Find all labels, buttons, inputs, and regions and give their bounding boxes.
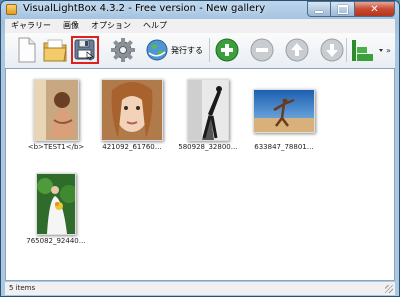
plus-circle-icon <box>215 38 239 62</box>
menu-bar: ギャラリー 画像 オプション ヘルプ <box>5 19 395 34</box>
thumbnail-label: 765082_92440… <box>26 237 86 245</box>
new-gallery-button[interactable] <box>12 36 40 64</box>
gear-icon <box>111 38 135 62</box>
toolbar-separator <box>209 38 210 62</box>
minimize-icon <box>315 11 323 13</box>
menu-gallery[interactable]: ギャラリー <box>5 19 57 33</box>
thumbnail-image <box>36 173 76 235</box>
caption-buttons: ✕ <box>307 1 395 17</box>
status-bar: 5 items <box>5 282 395 295</box>
layout-dropdown-button[interactable]: » <box>349 36 393 64</box>
remove-image-button[interactable] <box>248 36 276 64</box>
globe-icon <box>146 39 168 61</box>
arrow-down-icon <box>320 38 344 62</box>
publish-button[interactable]: 発行する <box>145 36 207 64</box>
open-gallery-button[interactable] <box>41 36 69 64</box>
gallery-item[interactable]: 421092_61760… <box>96 79 168 155</box>
menu-image[interactable]: 画像 <box>57 19 85 33</box>
close-button[interactable]: ✕ <box>355 1 395 17</box>
add-images-button[interactable] <box>213 36 241 64</box>
thumbnail-label: <b>TEST1</b> <box>27 143 85 151</box>
toolbar: 発行する » <box>5 33 395 69</box>
gallery-item[interactable]: <b>TEST1</b> <box>20 79 92 155</box>
svg-text:»: » <box>386 46 391 55</box>
minus-circle-icon <box>250 38 274 62</box>
thumbnail-image <box>33 79 79 141</box>
thumbnail-label: 633847_78801… <box>254 143 314 151</box>
settings-button[interactable] <box>109 36 137 64</box>
chevron-down-icon <box>379 49 383 52</box>
floppy-disk-icon <box>74 39 95 61</box>
toolbar-separator <box>346 38 347 62</box>
gallery-item[interactable]: 580928_32800… <box>172 79 244 155</box>
app-icon <box>6 4 17 15</box>
move-up-button[interactable] <box>283 36 311 64</box>
thumbnail-image <box>253 89 315 133</box>
gallery-view: <b>TEST1</b> 421092_61760… 580928_32800…… <box>5 68 395 281</box>
new-document-icon <box>18 37 36 63</box>
maximize-button[interactable] <box>331 1 355 17</box>
close-icon: ✕ <box>370 3 379 15</box>
menu-help[interactable]: ヘルプ <box>137 19 173 33</box>
thumbnail-label: 580928_32800… <box>178 143 238 151</box>
title-bar[interactable]: VisualLightBox 4.3.2 - Free version - Ne… <box>1 1 399 19</box>
app-window: VisualLightBox 4.3.2 - Free version - Ne… <box>0 0 400 297</box>
layout-icon: » <box>352 40 391 61</box>
window-title: VisualLightBox 4.3.2 - Free version - Ne… <box>23 3 266 14</box>
gallery-item[interactable]: 765082_92440… <box>20 173 92 249</box>
menu-options[interactable]: オプション <box>85 19 137 33</box>
thumbnail-label: 421092_61760… <box>102 143 162 151</box>
publish-label: 発行する <box>171 46 203 55</box>
maximize-icon <box>337 4 348 14</box>
arrow-up-icon <box>285 38 309 62</box>
thumbnail-image <box>101 79 163 141</box>
gallery-item[interactable]: 633847_78801… <box>248 79 320 155</box>
move-down-button[interactable] <box>318 36 346 64</box>
status-text: 5 items <box>9 284 36 292</box>
save-gallery-button[interactable] <box>71 36 99 64</box>
folder-icon <box>43 39 67 62</box>
minimize-button[interactable] <box>307 1 331 17</box>
thumbnail-image <box>187 79 229 141</box>
resize-grip[interactable] <box>385 285 393 293</box>
